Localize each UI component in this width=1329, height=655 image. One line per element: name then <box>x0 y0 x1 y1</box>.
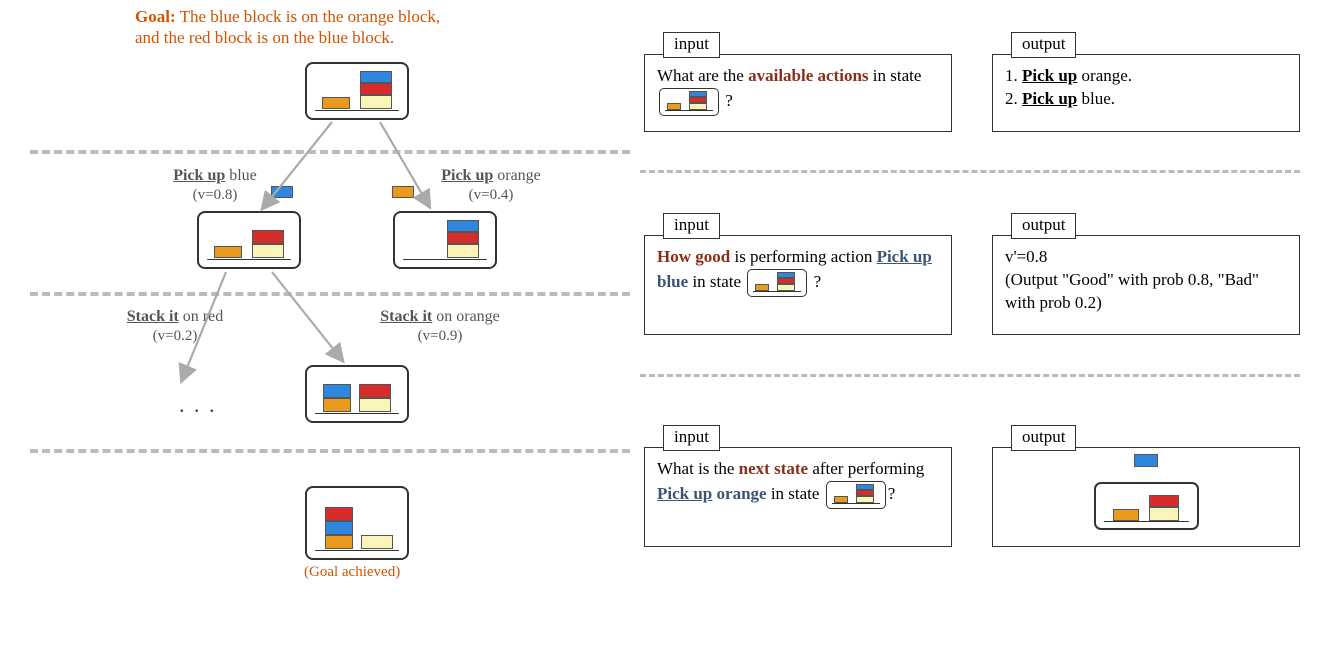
action-pickup-blue: Pick up blue (v=0.8) <box>140 166 290 204</box>
divider-1 <box>30 150 630 154</box>
goal-achieved: (Goal achieved) <box>304 564 400 581</box>
state-goal <box>305 486 409 560</box>
input-label: input <box>663 32 720 58</box>
free-block-blue <box>271 186 293 198</box>
mini-state-root-2 <box>747 269 807 297</box>
free-block-blue-out <box>1134 454 1158 467</box>
action-stack-orange: Stack it on orange (v=0.9) <box>350 307 530 345</box>
goal-label: Goal: <box>135 7 176 26</box>
io2-input: input How good is performing action Pick… <box>644 235 952 335</box>
io-panel: input What are the available actions in … <box>640 30 1310 620</box>
state-after-pickup-blue <box>197 211 301 269</box>
io3-input: input What is the next state after perfo… <box>644 447 952 547</box>
block-blue <box>360 71 392 83</box>
io2-output: output v'=0.8 (Output "Good" with prob 0… <box>992 235 1300 335</box>
output-state <box>1094 482 1199 530</box>
divider-3 <box>30 449 630 453</box>
tree-diagram: Goal: The blue block is on the orange bl… <box>0 0 640 655</box>
input-label-2: input <box>663 213 720 239</box>
mini-state-root <box>659 88 719 116</box>
goal-line2: and the red block is on the blue block. <box>135 28 394 47</box>
action-stack-red: Stack it on red (v=0.2) <box>95 307 255 345</box>
io1-output: output 1. Pick up orange. 2. Pick up blu… <box>992 54 1300 132</box>
io3-output: output <box>992 447 1300 547</box>
output-label: output <box>1011 32 1076 58</box>
output-label-2: output <box>1011 213 1076 239</box>
right-divider-2 <box>640 374 1300 377</box>
input-label-3: input <box>663 425 720 451</box>
goal-line1: The blue block is on the orange block, <box>180 7 441 26</box>
output-label-3: output <box>1011 425 1076 451</box>
free-block-orange <box>392 186 414 198</box>
state-after-stack-orange <box>305 365 409 423</box>
block-orange <box>322 97 350 109</box>
ellipsis: . . . <box>179 392 217 418</box>
action-pickup-orange: Pick up orange (v=0.4) <box>416 166 566 204</box>
io1-input: input What are the available actions in … <box>644 54 952 132</box>
mini-state-root-3 <box>826 481 886 509</box>
state-root <box>305 62 409 120</box>
divider-2 <box>30 292 630 296</box>
block-red <box>360 83 392 95</box>
goal-text: Goal: The blue block is on the orange bl… <box>135 6 440 49</box>
right-divider-1 <box>640 170 1300 173</box>
state-after-pickup-orange <box>393 211 497 269</box>
block-yellow <box>360 95 392 109</box>
